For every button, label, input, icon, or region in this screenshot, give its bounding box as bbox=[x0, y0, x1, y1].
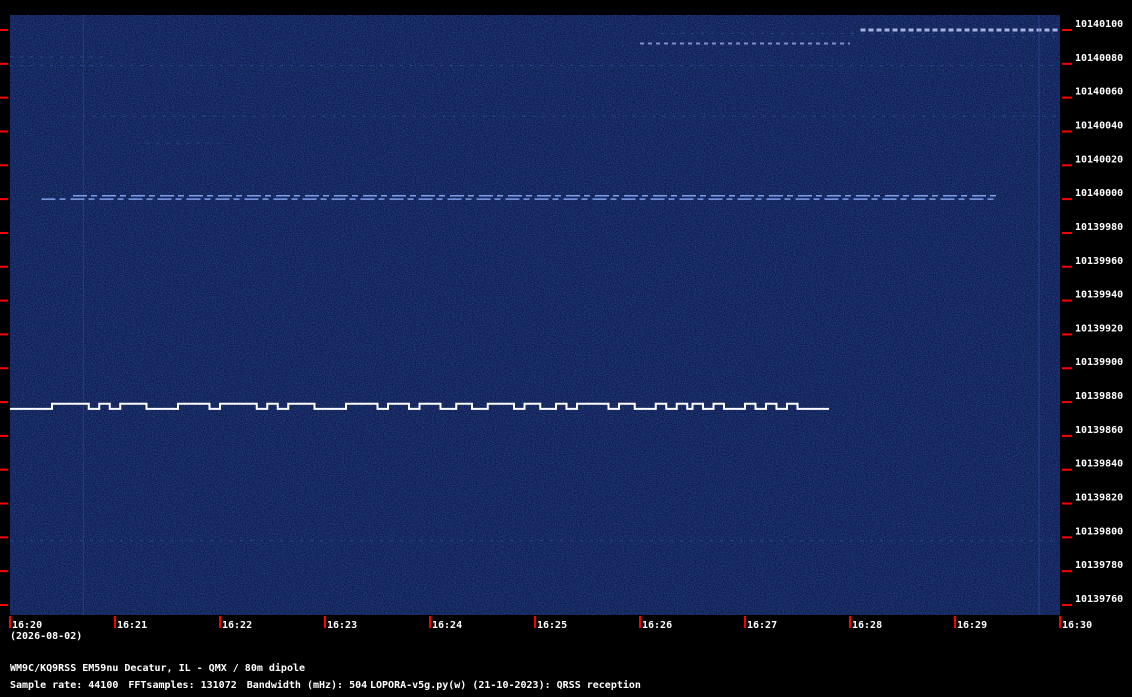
x-tick-label: 16:26 bbox=[642, 620, 672, 631]
y-tick-label: 10140020 bbox=[1075, 154, 1123, 165]
y-tick-label: 10139860 bbox=[1075, 425, 1123, 436]
x-tick-label: 16:21 bbox=[117, 620, 147, 631]
x-tick-label: 16:20 bbox=[12, 620, 42, 631]
y-tick-label: 10140060 bbox=[1075, 87, 1123, 98]
y-tick-label: 10140000 bbox=[1075, 188, 1123, 199]
sample-rate: Sample rate: 44100 bbox=[10, 680, 119, 691]
y-tick-label: 10139920 bbox=[1075, 323, 1123, 334]
y-tick-label: 10140080 bbox=[1075, 53, 1123, 64]
software-info: LOPORA-v5g.py(w) (21-10-2023): QRSS rece… bbox=[370, 680, 641, 691]
capture-parameters: Sample rate: 44100 FFTsamples: 131072 Band… bbox=[10, 680, 377, 691]
y-tick-label: 10139980 bbox=[1075, 222, 1123, 233]
y-tick-label: 10139800 bbox=[1075, 526, 1123, 537]
y-tick-label: 10139780 bbox=[1075, 560, 1123, 571]
station-info: WM9C/KQ9RSS EM59nu Decatur, IL - QMX / 8… bbox=[10, 663, 306, 674]
x-tick-label: 16:23 bbox=[327, 620, 357, 631]
x-axis: 16:20 16:21 16:22 16:23 16:24 16:25 16:26 16:27… bbox=[9, 616, 1092, 631]
y-tick-label: 10139820 bbox=[1075, 493, 1123, 504]
y-tick-label: 10139880 bbox=[1075, 391, 1123, 402]
y-tick-label: 10139760 bbox=[1075, 594, 1123, 605]
x-tick-label: 16:28 bbox=[852, 620, 882, 631]
y-tick-label: 10140100 bbox=[1075, 19, 1123, 30]
y-tick-label: 10140040 bbox=[1075, 120, 1123, 131]
y-tick-label: 10139940 bbox=[1075, 290, 1123, 301]
x-tick-label: 16:29 bbox=[957, 620, 987, 631]
y-tick-label: 10139960 bbox=[1075, 256, 1123, 267]
spectrum-noise bbox=[10, 15, 1060, 615]
x-tick-label: 16:24 bbox=[432, 620, 462, 631]
x-tick-label: 16:25 bbox=[537, 620, 567, 631]
x-tick-label: 16:30 bbox=[1062, 620, 1092, 631]
bandwidth: Bandwidth (mHz): 504 bbox=[246, 680, 368, 691]
date-label: (2026-08-02) bbox=[10, 631, 83, 642]
y-tick-label: 10139900 bbox=[1075, 357, 1123, 368]
spectrogram: 10140100 10140080 10140060 10140040 10140020… bbox=[0, 15, 1123, 631]
x-tick-label: 16:22 bbox=[222, 620, 252, 631]
x-tick-label: 16:27 bbox=[747, 620, 777, 631]
fft-samples: FFTsamples: 131072 bbox=[128, 680, 237, 691]
y-tick-label: 10139840 bbox=[1075, 459, 1123, 470]
